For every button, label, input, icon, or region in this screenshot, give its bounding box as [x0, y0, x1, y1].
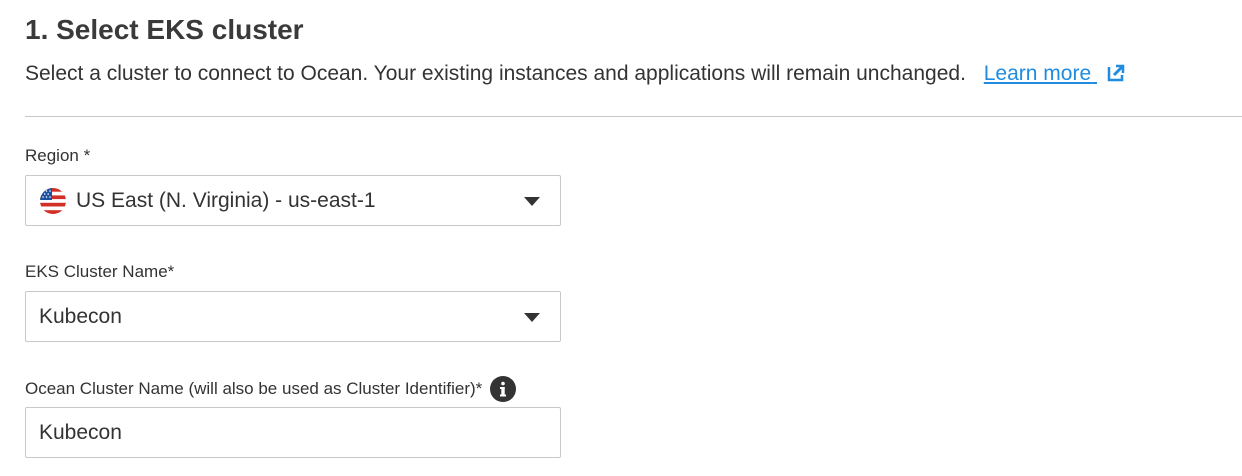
page-subtitle: Select a cluster to connect to Ocean. Yo…: [25, 62, 1125, 88]
eks-cluster-select[interactable]: Kubecon: [25, 291, 561, 342]
ocean-cluster-label: Ocean Cluster Name (will also be used as…: [25, 379, 483, 398]
learn-more-label: Learn more: [983, 62, 1092, 85]
ocean-cluster-input[interactable]: Kubecon: [25, 407, 561, 458]
ocean-cluster-value: Kubecon: [39, 420, 122, 444]
subtitle-text: Select a cluster to connect to Ocean. Yo…: [25, 62, 966, 85]
eks-cluster-value: Kubecon: [39, 304, 122, 328]
learn-more-link[interactable]: Learn more: [984, 62, 1097, 85]
region-select[interactable]: US East (N. Virginia) - us-east-1: [25, 175, 561, 226]
external-link-icon[interactable]: [1107, 64, 1125, 88]
ocean-cluster-label-row: Ocean Cluster Name (will also be used as…: [25, 376, 517, 402]
info-icon[interactable]: [490, 376, 517, 402]
chevron-down-icon[interactable]: [524, 197, 540, 206]
eks-cluster-label: EKS Cluster Name*: [25, 262, 175, 281]
chevron-down-icon[interactable]: [524, 313, 540, 322]
us-flag-icon: [40, 187, 66, 214]
section-divider: [25, 116, 1242, 117]
region-value: US East (N. Virginia) - us-east-1: [76, 188, 376, 212]
page-title: 1. Select EKS cluster: [25, 14, 304, 45]
region-label: Region *: [25, 146, 91, 165]
